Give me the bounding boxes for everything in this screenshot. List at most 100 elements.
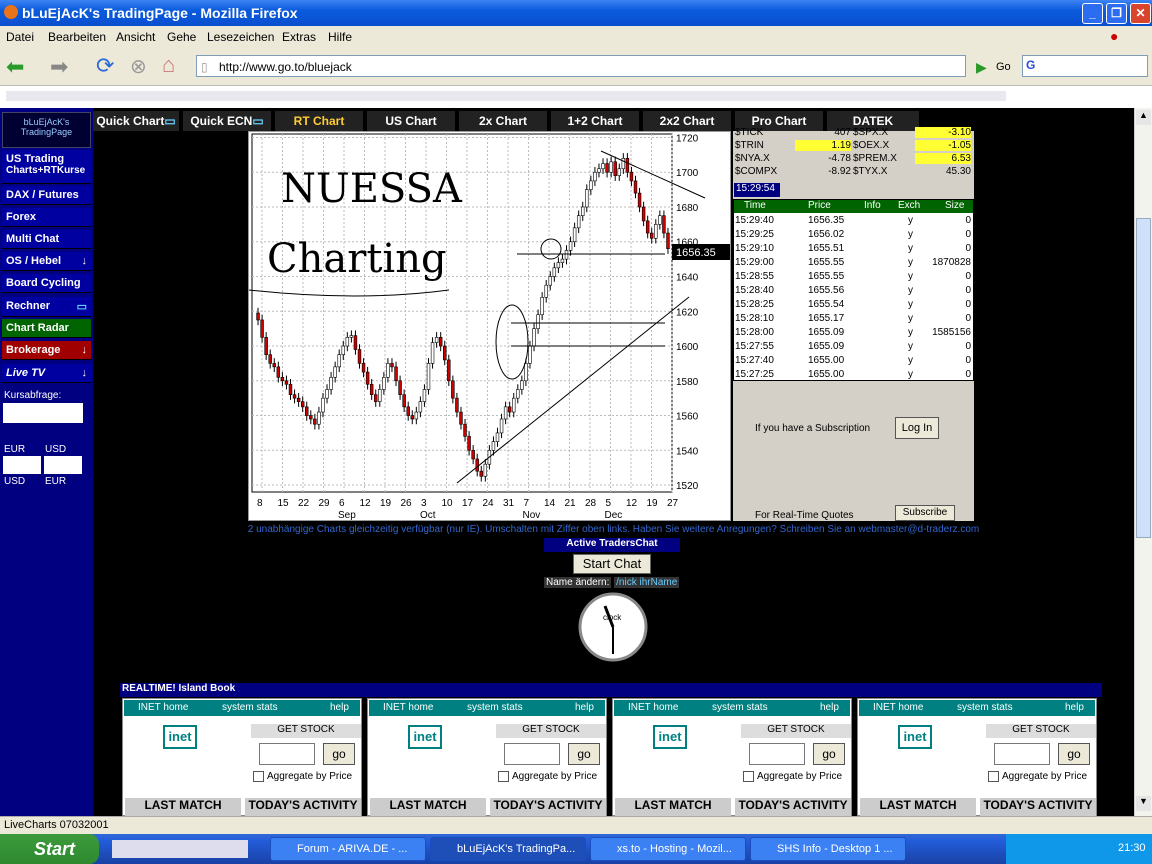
scroll-thumb[interactable] [1136,218,1151,538]
vertical-scrollbar[interactable]: ▲ ▼ [1134,108,1152,816]
window-icon: ▭ [164,114,176,128]
ts-time: 15:29:25 [735,229,774,240]
aggregate-checkbox[interactable] [988,771,999,782]
minimize-button[interactable]: _ [1082,3,1103,24]
help-link[interactable]: help [575,702,594,713]
forward-icon[interactable]: ➡ [50,54,68,80]
scroll-up-icon[interactable]: ▲ [1136,110,1151,125]
url-bar[interactable]: ▯ http://www.go.to/bluejack [196,55,966,77]
stock-symbol-input[interactable] [994,743,1050,765]
usd-input[interactable] [44,456,82,474]
go-label[interactable]: Go [996,61,1011,73]
ts-exch: y [908,355,913,366]
inet-home-link[interactable]: INET home [383,702,433,713]
go-button[interactable]: go [1058,743,1090,765]
go-button[interactable]: go [568,743,600,765]
stock-symbol-input[interactable] [504,743,560,765]
sidebar-item-brokerage[interactable]: Brokerage ↓ [2,341,91,360]
home-icon[interactable]: ⌂ [162,52,175,78]
price-chart[interactable]: 1720 1700 1680 1660 1640 1620 1600 1580 1560 1540… [248,131,731,521]
maximize-button[interactable]: ❐ [1106,3,1127,24]
stock-symbol-input[interactable] [259,743,315,765]
y-tick-label: 1540 [676,446,699,457]
task-xs-hosting[interactable]: xs.to - Hosting - Mozil... [590,837,746,861]
close-button[interactable]: ✕ [1130,3,1151,24]
search-input[interactable]: G [1022,55,1148,77]
task-ariva[interactable]: Forum - ARIVA.DE - ... [270,837,426,861]
sidebar-item-dax[interactable]: DAX / Futures [2,186,91,205]
tab-quick-chart[interactable]: Quick Chart▭ [93,111,181,131]
task-shs-info[interactable]: SHS Info - Desktop 1 ... [750,837,906,861]
site-logo[interactable]: bLuEjAcK's TradingPage [2,112,91,148]
sidebar-item-rechner[interactable]: Rechner ▭ [2,297,91,317]
todays-activity-header: TODAY'S ACTIVITY [490,798,606,816]
tab-us-chart[interactable]: US Chart [367,111,457,131]
task-tradingpage[interactable]: bLuEjAcK's TradingPa... [430,837,586,861]
sidebar-item-board-cycling[interactable]: Board Cycling [2,274,91,293]
scroll-down-icon[interactable]: ▼ [1136,796,1151,811]
realtime-text: For Real-Time Quotes [755,510,854,521]
inet-home-link[interactable]: INET home [138,702,188,713]
stop-menu-icon[interactable]: ● [1110,28,1118,44]
tab-1-2-chart[interactable]: 1+2 Chart [551,111,641,131]
eur-input[interactable] [3,456,41,474]
start-chat-button[interactable]: Start Chat [573,554,651,574]
island-book-title: REALTIME! Island Book [120,683,1102,697]
subscribe-button[interactable]: Subscribe [895,505,955,521]
candle-body [402,394,406,408]
system-stats-link[interactable]: system stats [957,702,1013,713]
sidebar-item-multi-chat[interactable]: Multi Chat [2,230,91,249]
ts-price: 1655.55 [808,257,845,268]
menu-lesezeichen[interactable]: Lesezeichen [207,30,274,44]
sidebar-item-live-tv[interactable]: Live TV ↓ [2,364,91,383]
aggregate-checkbox[interactable] [498,771,509,782]
help-link[interactable]: help [1065,702,1084,713]
ts-col-price: Price [808,200,831,211]
menu-datei[interactable]: Datei [6,30,34,44]
stop-icon[interactable]: ⊗ [130,54,147,79]
aggregate-checkbox[interactable] [253,771,264,782]
menu-ansicht[interactable]: Ansicht [116,30,155,44]
menu-extras[interactable]: Extras [282,30,316,44]
go-button[interactable]: go [323,743,355,765]
chart-y-axis: 1720170016801660164016201600158015601540… [676,133,699,492]
go-button[interactable]: go [813,743,845,765]
y-tick-label: 1620 [676,307,699,318]
aggregate-label: Aggregate by Price [757,771,843,782]
start-button[interactable]: Start [0,834,99,864]
sidebar-item-us-trading[interactable]: US Trading Charts+RTKurse [2,150,91,184]
help-link[interactable]: help [330,702,349,713]
menu-bearbeiten[interactable]: Bearbeiten [48,30,106,44]
quote-symbol-2: $TYX.X [853,166,888,177]
system-stats-link[interactable]: system stats [712,702,768,713]
quote-row: $NYA.X -4.78 $PREM.X 6.53 [733,153,974,166]
reload-icon[interactable]: ⟳ [96,53,114,79]
go-icon[interactable]: ▶ [976,59,987,76]
system-stats-link[interactable]: system stats [467,702,523,713]
aggregate-checkbox[interactable] [743,771,754,782]
menu-hilfe[interactable]: Hilfe [328,30,352,44]
tab-2x-chart[interactable]: 2x Chart [459,111,549,131]
tab-2x2-chart[interactable]: 2x2 Chart [643,111,733,131]
tab-rt-chart[interactable]: RT Chart [275,111,365,131]
kursabfrage-input[interactable] [3,403,83,423]
tab-quick-ecn[interactable]: Quick ECN▭ [183,111,273,131]
stock-symbol-input[interactable] [749,743,805,765]
x-tick-label: 14 [544,498,556,509]
candle-body [568,241,573,251]
help-link[interactable]: help [820,702,839,713]
inet-home-link[interactable]: INET home [628,702,678,713]
candle-body [463,423,467,437]
login-button[interactable]: Log In [895,417,939,439]
sidebar-item-chart-radar[interactable]: Chart Radar [2,319,91,338]
back-icon[interactable]: ⬅ [6,54,24,80]
sidebar-item-os-hebel[interactable]: OS / Hebel ↓ [2,252,91,271]
sidebar-item-forex[interactable]: Forex [2,208,91,227]
candle-body [483,463,488,477]
system-stats-link[interactable]: system stats [222,702,278,713]
candle-body [333,366,337,378]
inet-home-link[interactable]: INET home [873,702,923,713]
x-month-label: Nov [523,510,541,521]
menu-gehe[interactable]: Gehe [167,30,196,44]
ts-col-info: Info [864,200,881,211]
